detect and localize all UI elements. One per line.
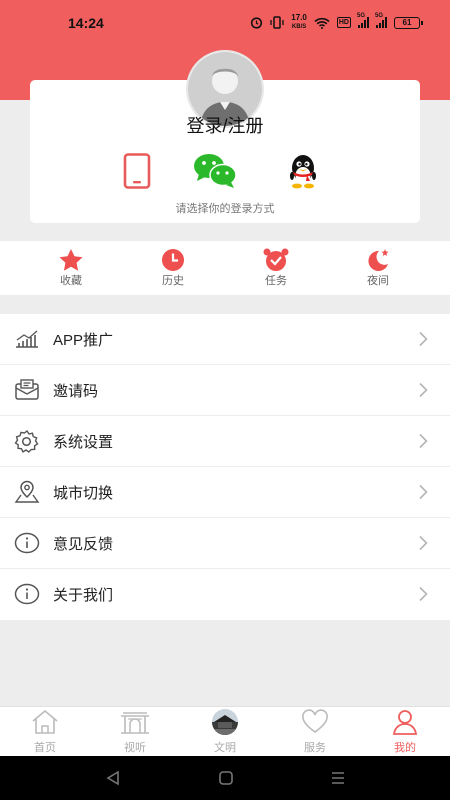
chevron-right-icon xyxy=(419,484,428,500)
menu-label: 邀请码 xyxy=(53,382,99,400)
chevron-right-icon xyxy=(419,331,428,347)
bottom-tab-bar: 首页 视听 文明 服务 我的 xyxy=(0,706,450,756)
status-time: 14:24 xyxy=(68,15,104,31)
tab-label: 首页 xyxy=(34,742,56,754)
night-mode-button[interactable]: 夜间 xyxy=(338,248,418,288)
favorites-button[interactable]: 收藏 xyxy=(31,248,111,288)
speed-unit: KB/S xyxy=(291,24,307,30)
alarm-icon xyxy=(263,248,289,271)
heart-icon xyxy=(302,709,328,733)
wechat-login-button[interactable] xyxy=(193,153,239,194)
wifi-icon xyxy=(314,17,330,29)
qq-login-button[interactable] xyxy=(286,153,320,194)
clock-icon xyxy=(162,249,184,271)
envelope-icon xyxy=(15,379,39,400)
chevron-right-icon xyxy=(419,535,428,551)
tab-label: 视听 xyxy=(124,742,146,754)
menu-item-city-switch[interactable]: 城市切换 xyxy=(0,467,450,518)
system-navigation-bar xyxy=(0,756,450,800)
menu-label: APP推广 xyxy=(53,331,114,349)
tab-services[interactable]: 服务 xyxy=(285,709,345,755)
settings-menu: APP推广 邀请码 系统设置 城市切换 意见反馈 关于我们 xyxy=(0,314,450,620)
night-mode-label: 夜间 xyxy=(367,275,389,287)
menu-label: 关于我们 xyxy=(53,587,114,604)
login-hint: 请选择你的登录方式 xyxy=(175,203,275,215)
menu-item-invite-code[interactable]: 邀请码 xyxy=(0,365,450,416)
tab-home[interactable]: 首页 xyxy=(15,709,75,755)
vibrate-icon xyxy=(270,16,284,29)
menu-item-feedback[interactable]: 意见反馈 xyxy=(0,518,450,569)
gate-icon xyxy=(121,712,149,734)
tab-civilization[interactable]: 文明 xyxy=(195,709,255,755)
gear-icon xyxy=(14,429,39,453)
net-type-2: 5G xyxy=(375,13,384,19)
tab-label: 我的 xyxy=(394,742,416,754)
qq-icon xyxy=(290,155,316,189)
battery-icon: 61 xyxy=(394,16,423,29)
star-icon xyxy=(59,249,83,271)
history-label: 历史 xyxy=(162,275,184,287)
photo-icon xyxy=(212,709,238,735)
menu-label: 系统设置 xyxy=(53,433,114,451)
menu-item-about-us[interactable]: 关于我们 xyxy=(0,569,450,620)
tasks-button[interactable]: 任务 xyxy=(236,248,316,288)
network-speed: 17.0 KB/S xyxy=(291,14,307,31)
recents-icon[interactable] xyxy=(330,770,346,786)
login-methods xyxy=(0,153,450,189)
chevron-right-icon xyxy=(419,382,428,398)
status-icons: 17.0 KB/S HD 5G 5G 61 xyxy=(250,13,423,31)
history-button[interactable]: 历史 xyxy=(133,248,213,288)
back-icon[interactable] xyxy=(105,770,121,786)
quick-actions-bar: 收藏 历史 任务 夜间 xyxy=(0,241,450,295)
tab-label: 文明 xyxy=(214,742,236,754)
menu-label: 意见反馈 xyxy=(53,535,114,553)
tab-mine[interactable]: 我的 xyxy=(375,709,435,755)
wechat-icon xyxy=(194,154,237,188)
chevron-right-icon xyxy=(419,433,428,449)
moon-icon xyxy=(368,249,389,271)
battery-level: 61 xyxy=(402,17,412,27)
user-icon xyxy=(392,710,418,735)
net-type-1: 5G xyxy=(357,13,366,19)
alarm-status-icon xyxy=(251,17,263,29)
home-icon xyxy=(32,709,58,734)
chart-icon xyxy=(16,330,38,348)
menu-item-system-settings[interactable]: 系统设置 xyxy=(0,416,450,467)
signal-2: 5G xyxy=(375,13,387,28)
menu-label: 城市切换 xyxy=(53,484,114,502)
info-icon xyxy=(14,532,40,554)
chevron-right-icon xyxy=(419,586,428,602)
home-nav-icon[interactable] xyxy=(218,770,234,786)
info-icon xyxy=(14,583,40,605)
signal-1: 5G xyxy=(357,13,369,28)
speed-value: 17.0 xyxy=(291,13,307,22)
status-bar: 14:24 17.0 KB/S HD 5G 5G 61 xyxy=(0,0,450,46)
tasks-label: 任务 xyxy=(265,275,287,287)
favorites-label: 收藏 xyxy=(60,275,82,287)
tab-audio-visual[interactable]: 视听 xyxy=(105,709,165,755)
phone-login-button[interactable] xyxy=(122,153,152,194)
phone-icon xyxy=(123,153,151,189)
location-icon xyxy=(14,480,40,503)
menu-item-app-promotion[interactable]: APP推广 xyxy=(0,314,450,365)
tab-label: 服务 xyxy=(304,742,326,754)
login-register-link[interactable]: 登录/注册 xyxy=(0,112,450,138)
hd-badge: HD xyxy=(336,17,351,28)
